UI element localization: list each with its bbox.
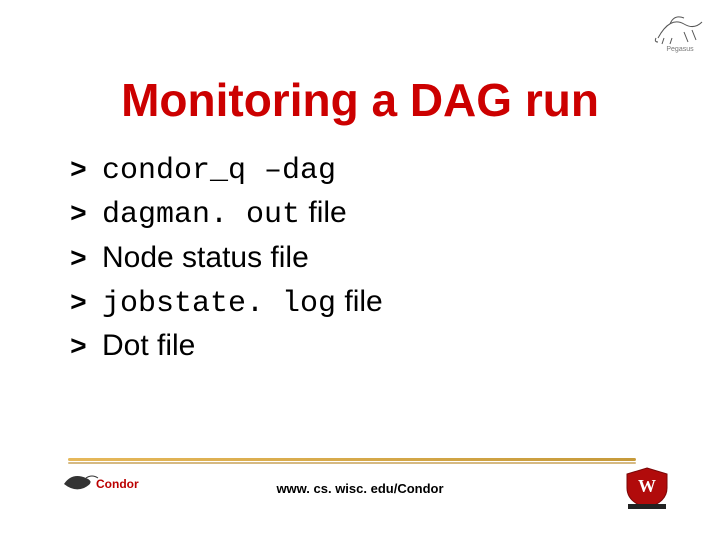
slide: Pegasus Monitoring a DAG run > condor_q …: [0, 0, 720, 540]
list-item-text: dagman. out file: [102, 194, 347, 234]
code-text: dagman. out: [102, 198, 300, 232]
list-item-text: Node status file: [102, 239, 309, 277]
bullet-marker-icon: >: [70, 198, 102, 234]
list-item-text: Dot file: [102, 327, 195, 365]
bullet-marker-icon: >: [70, 331, 102, 367]
code-text: jobstate. log: [102, 287, 336, 321]
list-item: > Dot file: [70, 327, 630, 367]
page-title: Monitoring a DAG run: [0, 73, 720, 127]
bullet-marker-icon: >: [70, 287, 102, 323]
pegasus-logo: Pegasus: [650, 8, 710, 56]
bullet-list: > condor_q –dag > dagman. out file > Nod…: [70, 150, 630, 371]
list-item: > condor_q –dag: [70, 150, 630, 190]
bullet-marker-icon: >: [70, 243, 102, 279]
list-item: > dagman. out file: [70, 194, 630, 234]
footer-url: www. cs. wisc. edu/Condor: [0, 481, 720, 496]
list-item-text: jobstate. log file: [102, 283, 383, 323]
plain-text: file: [300, 196, 347, 229]
list-item: > jobstate. log file: [70, 283, 630, 323]
plain-text: file: [336, 285, 383, 318]
list-item-text: condor_q –dag: [102, 150, 336, 190]
footer-divider: [68, 458, 636, 464]
bullet-marker-icon: >: [70, 154, 102, 190]
code-text: condor_q –dag: [102, 154, 336, 188]
list-item: > Node status file: [70, 239, 630, 279]
